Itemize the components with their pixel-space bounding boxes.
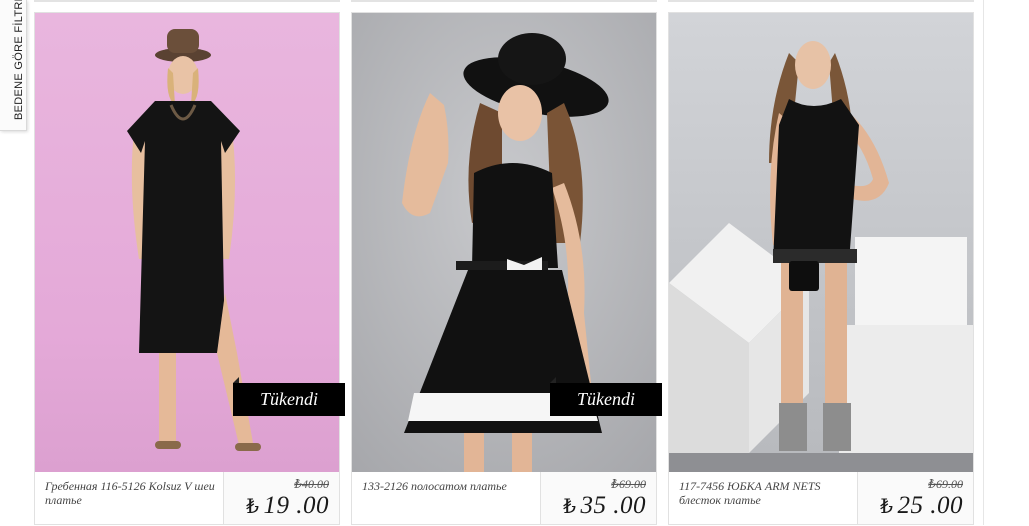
size-filter-tab[interactable]: BEDENE GÖRE FİLTRE: [0, 0, 27, 131]
current-price: ₺ 19 .00: [246, 492, 329, 520]
current-price: ₺ 25 .00: [880, 492, 963, 520]
previous-row-edge: [34, 0, 340, 2]
price-box: ₺69.00 ₺ 25 .00: [857, 472, 973, 524]
old-price: ₺40.00: [294, 477, 329, 491]
product-info: 117-7456 ЮБКА ARM NETS блесток платье ₺6…: [669, 472, 973, 526]
current-price: ₺ 35 .00: [563, 492, 646, 520]
current-price-value: 19 .00: [263, 492, 329, 519]
product-card[interactable]: Tükendi 133-2126 полосатом платье ₺69.00…: [351, 12, 662, 526]
product-name[interactable]: Гребенная 116-5126 Kolsuz V шеи платье: [45, 479, 215, 507]
product-name[interactable]: 117-7456 ЮБКА ARM NETS блесток платье: [679, 479, 849, 507]
size-filter-label: BEDENE GÖRE FİLTRE: [13, 0, 25, 120]
old-price: ₺69.00: [928, 477, 963, 491]
sold-out-badge: Tükendi: [233, 377, 345, 416]
product-name[interactable]: 133-2126 полосатом платье: [362, 479, 532, 493]
price-box: ₺69.00 ₺ 35 .00: [540, 472, 656, 524]
product-image[interactable]: [669, 13, 973, 472]
product-card[interactable]: 117-7456 ЮБКА ARM NETS блесток платье ₺6…: [668, 12, 974, 525]
sold-out-badge: Tükendi: [550, 377, 662, 416]
product-card[interactable]: Tükendi Гребенная 116-5126 Kolsuz V шеи …: [34, 12, 345, 526]
content-border: [983, 0, 984, 525]
lira-icon: ₺: [246, 496, 260, 518]
current-price-value: 35 .00: [580, 492, 646, 519]
product-info: Гребенная 116-5126 Kolsuz V шеи платье ₺…: [35, 472, 339, 526]
price-box: ₺40.00 ₺ 19 .00: [223, 472, 339, 524]
previous-row-edge: [668, 0, 974, 2]
previous-row-edge: [351, 0, 657, 2]
current-price-value: 25 .00: [897, 492, 963, 519]
lira-icon: ₺: [880, 496, 894, 518]
old-price: ₺69.00: [611, 477, 646, 491]
lira-icon: ₺: [563, 496, 577, 518]
product-info: 133-2126 полосатом платье ₺69.00 ₺ 35 .00: [352, 472, 656, 526]
